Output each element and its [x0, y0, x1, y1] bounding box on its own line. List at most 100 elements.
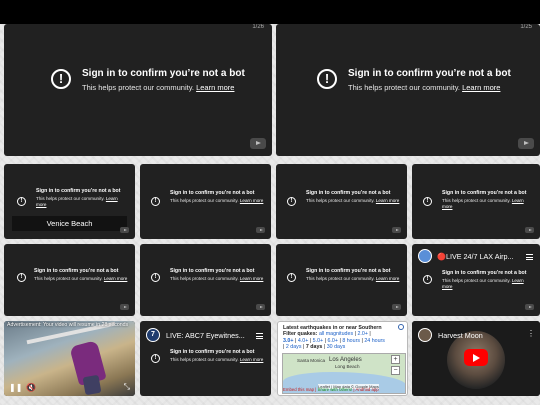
alert-icon: !: [151, 197, 160, 206]
learn-more-link[interactable]: Learn more: [240, 276, 264, 281]
video-tile[interactable]: ! Sign in to confirm you’re not a bot Th…: [412, 164, 540, 239]
mag-2-link[interactable]: 2.0+: [357, 331, 367, 337]
channel-avatar-icon[interactable]: 7: [146, 328, 160, 342]
youtube-logo-icon[interactable]: [120, 227, 129, 233]
city-label: Los Angeles: [329, 357, 362, 363]
youtube-logo-icon[interactable]: [120, 304, 129, 310]
signin-subtitle: This helps protect our community. Learn …: [170, 276, 264, 281]
time-30d-link[interactable]: 30 days: [327, 344, 346, 350]
quake-filter-panel: Latest earthquakes in or near Southern F…: [283, 325, 385, 351]
learn-more-link[interactable]: Learn more: [376, 198, 400, 203]
mag-5-link[interactable]: 5.0+: [313, 338, 323, 344]
youtube-logo-icon[interactable]: [525, 227, 534, 233]
youtube-logo-icon[interactable]: [256, 304, 265, 310]
map-title: Latest earthquakes in or near Southern: [283, 325, 382, 331]
youtube-logo-icon[interactable]: [525, 304, 534, 310]
youtube-logo-icon[interactable]: [250, 138, 266, 149]
android-app-link[interactable]: Android app: [356, 387, 379, 392]
map-footer-links: Embed this map | Share with others! | An…: [283, 387, 379, 392]
search-icon[interactable]: [398, 324, 404, 330]
video-tile-venice[interactable]: ! Sign in to confirm you’re not a bot Th…: [4, 164, 135, 239]
youtube-logo-icon[interactable]: [392, 304, 401, 310]
signin-title: Sign in to confirm you’re not a bot: [34, 268, 119, 274]
alert-icon: !: [317, 69, 337, 89]
time-24h-link[interactable]: 24 hours: [364, 338, 385, 344]
youtube-logo-icon[interactable]: [518, 138, 534, 149]
live-video-tile-lax[interactable]: 🔴LIVE 24/7 LAX Airp... ! Sign in to conf…: [412, 244, 540, 316]
top-bar: [0, 0, 540, 24]
earthquake-map-tile[interactable]: Latest earthquakes in or near Southern F…: [277, 321, 408, 396]
ad-notice: Advertisement: Your video will resume in…: [7, 322, 129, 328]
signin-title: Sign in to confirm you’re not a bot: [170, 190, 255, 196]
time-8h-link[interactable]: 8 hours: [342, 338, 360, 344]
signin-subtitle: This helps protect our community. Learn …: [36, 196, 118, 207]
video-title[interactable]: LIVE: ABC7 Eyewitnes...: [166, 331, 245, 340]
video-tile[interactable]: ! Sign in to confirm you’re not a bot Th…: [4, 244, 135, 316]
city-label: Santa Monica: [297, 358, 326, 363]
queue-icon[interactable]: [256, 333, 263, 339]
signin-subtitle: This helps protect our community. Learn …: [34, 276, 128, 281]
time-2d-link[interactable]: 2 days: [286, 344, 302, 350]
signin-subtitle: This helps protect our community. Learn …: [170, 198, 264, 203]
mag-6-link[interactable]: 6.0+: [327, 338, 337, 344]
mag-3-link[interactable]: 3.0+: [283, 338, 293, 344]
muted-icon[interactable]: 🔇: [26, 383, 36, 392]
learn-more-link[interactable]: Learn more: [196, 83, 234, 92]
signin-subtitle: This helps protect our community. Learn …: [170, 357, 264, 362]
signin-subtitle: This helps protect our community. Learn …: [306, 276, 400, 281]
video-tile-1[interactable]: 1/26 ! Sign in to confirm you’re not a b…: [4, 24, 272, 156]
alert-icon: !: [287, 197, 296, 206]
video-tile-2[interactable]: 1/25 ! Sign in to confirm you’re not a b…: [276, 24, 540, 156]
learn-more-link[interactable]: Learn more: [462, 83, 500, 92]
time-7d-selected[interactable]: 7 days: [306, 344, 323, 350]
signin-title: Sign in to confirm you’re not a bot: [36, 188, 121, 194]
video-title[interactable]: Harvest Moon: [438, 331, 483, 340]
video-tile-harvest-moon[interactable]: Harvest Moon ⋮: [412, 321, 540, 396]
live-video-tile-abc7[interactable]: 7 LIVE: ABC7 Eyewitnes... ! Sign in to c…: [140, 321, 271, 396]
signin-title: Sign in to confirm you’re not a bot: [306, 268, 391, 274]
signin-subtitle: This helps protect our community. Learn …: [442, 198, 524, 209]
alert-icon: !: [287, 273, 296, 282]
signin-title: Sign in to confirm you’re not a bot: [170, 268, 255, 274]
signin-title: Sign in to confirm you’re not a bot: [348, 68, 511, 79]
mag-all-link[interactable]: all magnitudes: [319, 331, 353, 337]
signin-title: Sign in to confirm you’re not a bot: [306, 190, 391, 196]
more-options-icon[interactable]: ⋮: [527, 329, 535, 338]
zoom-out-button[interactable]: −: [391, 366, 400, 375]
youtube-logo-icon[interactable]: [392, 227, 401, 233]
learn-more-link[interactable]: Learn more: [240, 198, 264, 203]
playlist-counter: 1/26: [252, 24, 264, 30]
share-link[interactable]: Share with others!: [318, 387, 353, 392]
alert-icon: !: [17, 197, 26, 206]
learn-more-link[interactable]: Learn more: [376, 276, 400, 281]
video-title[interactable]: 🔴LIVE 24/7 LAX Airp...: [437, 252, 513, 261]
playlist-counter: 1/25: [520, 24, 532, 30]
channel-avatar-icon[interactable]: [418, 249, 432, 263]
signin-subtitle: This helps protect our community. Learn …: [442, 278, 524, 289]
city-label: Long Beach: [335, 364, 360, 369]
ad-scene-legs: [82, 374, 102, 396]
mag-4-link[interactable]: 4.0+: [298, 338, 308, 344]
alert-icon: !: [17, 273, 26, 282]
pause-icon[interactable]: ❚❚: [9, 383, 22, 392]
expand-icon[interactable]: ⤡: [124, 382, 130, 392]
signin-title: Sign in to confirm you’re not a bot: [82, 68, 245, 79]
play-button[interactable]: [464, 349, 488, 366]
ad-video-tile[interactable]: Advertisement: Your video will resume in…: [4, 321, 135, 396]
zoom-in-button[interactable]: +: [391, 355, 400, 364]
queue-icon[interactable]: [526, 254, 533, 260]
filter-label: Filter quakes:: [283, 331, 318, 338]
video-tile[interactable]: ! Sign in to confirm you’re not a bot Th…: [140, 244, 271, 316]
alert-icon: !: [151, 354, 160, 363]
youtube-logo-icon[interactable]: [256, 227, 265, 233]
learn-more-link[interactable]: Learn more: [104, 276, 128, 281]
video-tile[interactable]: ! Sign in to confirm you’re not a bot Th…: [276, 244, 407, 316]
video-tile[interactable]: ! Sign in to confirm you’re not a bot Th…: [276, 164, 407, 239]
embed-map-link[interactable]: Embed this map: [283, 387, 314, 392]
learn-more-link[interactable]: Learn more: [240, 357, 264, 362]
video-tile[interactable]: ! Sign in to confirm you’re not a bot Th…: [140, 164, 271, 239]
signin-title: Sign in to confirm you’re not a bot: [442, 190, 527, 196]
signin-subtitle: This helps protect our community. Learn …: [348, 83, 501, 92]
location-caption: Venice Beach: [12, 216, 127, 231]
channel-avatar-icon[interactable]: [418, 328, 432, 342]
